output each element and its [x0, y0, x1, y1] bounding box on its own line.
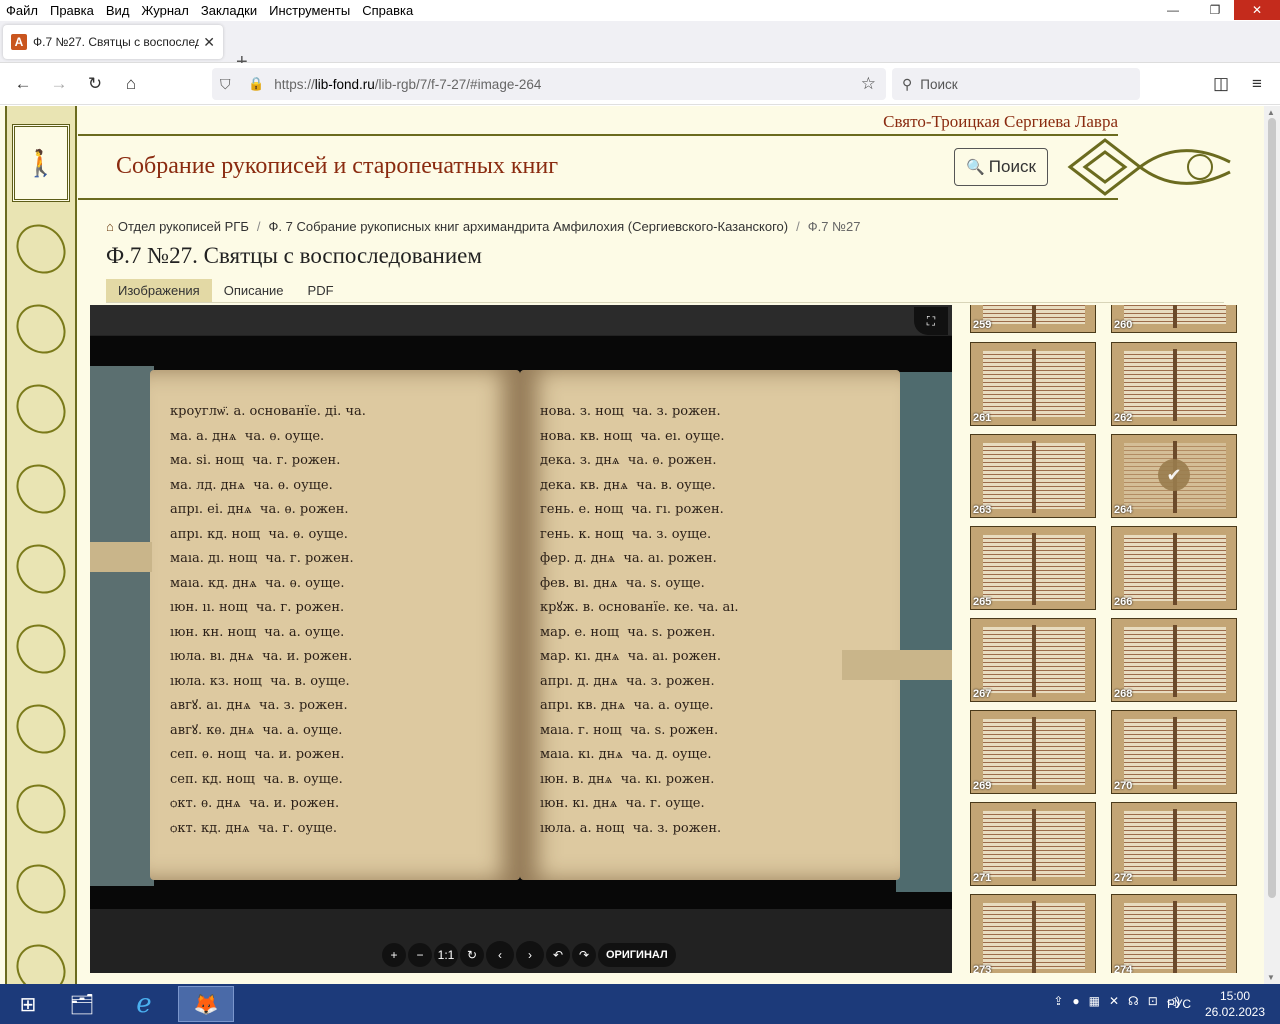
thumbnail[interactable]: 266 — [1111, 526, 1237, 610]
bookmark-star-icon[interactable]: ☆ — [861, 74, 876, 94]
internet-explorer-icon[interactable]: e — [116, 986, 172, 1022]
search-placeholder: Поиск — [920, 76, 958, 92]
zoom-in-button[interactable]: + — [382, 943, 406, 967]
home-button[interactable]: ⌂ — [120, 73, 142, 95]
prev-image-button[interactable]: ‹ — [486, 941, 514, 969]
thumbnail[interactable]: 270 — [1111, 710, 1237, 794]
menu-tools[interactable]: Инструменты — [263, 3, 356, 18]
ornament-border — [5, 106, 77, 984]
fullscreen-icon[interactable]: ⛶ — [914, 307, 948, 335]
tray-icon[interactable]: ● — [1072, 994, 1079, 1008]
network-icon[interactable]: ⊡ — [1148, 994, 1158, 1008]
manuscript-image[interactable]: кроуглѡ̈. а. основанїе. ді. ча. ма. а. д… — [90, 336, 952, 909]
shield-icon[interactable]: ⛉ — [220, 76, 236, 93]
viewer-controls: + − 1:1 ↻ ‹ › ↶ ↷ ОРИГИНАЛ — [382, 941, 678, 969]
tray-icon[interactable]: ✕ — [1109, 994, 1119, 1008]
image-viewer[interactable]: ⛶ кроуглѡ̈. а. основанїе. ді. ча. ма. а.… — [90, 305, 952, 973]
file-explorer-icon[interactable]: 🗂 — [54, 986, 110, 1022]
page-scrollbar[interactable]: ▲ ▼ — [1264, 106, 1280, 984]
close-window-button[interactable]: ✕ — [1234, 0, 1280, 20]
tray-icon[interactable]: ☊ — [1128, 994, 1139, 1008]
minimize-button[interactable]: — — [1158, 0, 1188, 20]
actual-size-button[interactable]: 1:1 — [434, 943, 458, 967]
next-image-button[interactable]: › — [516, 941, 544, 969]
site-title[interactable]: Собрание рукописей и старопечатных книг — [116, 153, 558, 180]
breadcrumb-fond[interactable]: Ф. 7 Собрание рукописных книг архимандри… — [269, 219, 789, 234]
menu-help[interactable]: Справка — [356, 3, 419, 18]
tab-description[interactable]: Описание — [212, 279, 296, 302]
content-tabs: Изображения Описание PDF — [106, 279, 1224, 303]
zoom-out-button[interactable]: − — [408, 943, 432, 967]
manuscript-page-right: нова. з. нощ ча. з. рожен. нова. кв. нощ… — [520, 370, 900, 880]
thumbnail[interactable]: 273 — [970, 894, 1096, 973]
start-button[interactable]: ⊞ — [0, 986, 56, 1022]
search-icon: ⚲ — [902, 75, 913, 92]
url-text[interactable]: https://lib-fond.ru/lib-rgb/7/f-7-27/#im… — [274, 77, 541, 92]
monastery-name[interactable]: Свято-Троицкая Сергиева Лавра — [78, 112, 1118, 132]
tab-close-icon[interactable]: ✕ — [203, 34, 215, 51]
thumbnail[interactable]: 263 — [970, 434, 1096, 518]
scroll-down-icon[interactable]: ▼ — [1267, 973, 1275, 982]
original-button[interactable]: ОРИГИНАЛ — [598, 943, 676, 967]
forward-button[interactable]: → — [48, 73, 70, 95]
tab-title: Ф.7 №27. Святцы с воспослед — [33, 35, 200, 49]
rotate-right-button[interactable]: ↷ — [572, 943, 596, 967]
firefox-icon[interactable]: 🦊 — [178, 986, 234, 1022]
browser-search-input[interactable]: ⚲ Поиск — [892, 68, 1140, 100]
scroll-up-icon[interactable]: ▲ — [1267, 108, 1275, 117]
menu-edit[interactable]: Правка — [44, 3, 100, 18]
menu-file[interactable]: Файл — [0, 3, 44, 18]
browser-tab[interactable]: А Ф.7 №27. Святцы с воспослед ✕ — [3, 25, 223, 59]
thumbnail[interactable]: 269 — [970, 710, 1096, 794]
app-menu-button[interactable]: ≡ — [1246, 73, 1268, 95]
home-icon: ⌂ — [106, 219, 114, 234]
manuscript-page-left: кроуглѡ̈. а. основанїе. ді. ча. ма. а. д… — [150, 370, 520, 880]
url-bar[interactable]: ⛉ 🔒 https://lib-fond.ru/lib-rgb/7/f-7-27… — [212, 68, 886, 100]
celtic-knot-ornament — [1067, 138, 1231, 196]
tab-images[interactable]: Изображения — [106, 279, 212, 302]
breadcrumb-current: Ф.7 №27 — [807, 219, 861, 234]
reset-button[interactable]: ↻ — [460, 943, 484, 967]
menu-bar: Файл Правка Вид Журнал Закладки Инструме… — [0, 0, 1280, 21]
breadcrumb: ⌂ Отдел рукописей РГБ / Ф. 7 Собрание ру… — [106, 219, 861, 234]
tab-bar: А Ф.7 №27. Святцы с воспослед ✕ + — [0, 21, 1280, 73]
search-icon: 🔍 — [966, 159, 985, 176]
reload-button[interactable]: ↻ — [84, 73, 106, 95]
back-button[interactable]: ← — [12, 73, 34, 95]
windows-taskbar: ⊞ 🗂 e 🦊 ⇪ ● ▦ ✕ ☊ ⊡ ◁) РУС 15:00 26.02.2… — [0, 984, 1280, 1024]
breadcrumb-dept[interactable]: Отдел рукописей РГБ — [118, 219, 249, 234]
thumbnail[interactable]: 262 — [1111, 342, 1237, 426]
rotate-left-button[interactable]: ↶ — [546, 943, 570, 967]
tray-icon[interactable]: ⇪ — [1053, 994, 1063, 1008]
menu-view[interactable]: Вид — [100, 3, 136, 18]
clock[interactable]: 15:00 26.02.2023 — [1200, 988, 1270, 1020]
pocket-icon[interactable]: ◫ — [1210, 73, 1232, 95]
lock-icon[interactable]: 🔒 — [248, 76, 264, 92]
thumbnail[interactable]: 272 — [1111, 802, 1237, 886]
menu-history[interactable]: Журнал — [135, 3, 194, 18]
thumbnail[interactable]: 271 — [970, 802, 1096, 886]
thumbnail[interactable]: 268 — [1111, 618, 1237, 702]
menu-bookmarks[interactable]: Закладки — [195, 3, 263, 18]
tab-pdf[interactable]: PDF — [296, 279, 346, 302]
thumbnail[interactable]: 261 — [970, 342, 1096, 426]
navigation-bar: ← → ↻ ⌂ ⛉ 🔒 https://lib-fond.ru/lib-rgb/… — [0, 63, 1280, 105]
thumbnail[interactable]: 267 — [970, 618, 1096, 702]
favicon-icon: А — [11, 34, 27, 50]
thumbnail-list[interactable]: 259 260 261 262 263 ✔ 264 265 266 267 268… — [968, 305, 1244, 973]
page-title: Ф.7 №27. Святцы с воспоследованием — [106, 243, 482, 268]
thumbnail[interactable]: 274 — [1111, 894, 1237, 973]
thumbnail-selected[interactable]: ✔ 264 — [1111, 434, 1237, 518]
web-page: 🚶 Свято-Троицкая Сергиева Лавра Собрание… — [0, 106, 1264, 984]
thumbnail[interactable]: 260 — [1111, 305, 1237, 333]
tray-icon[interactable]: ▦ — [1089, 994, 1100, 1008]
site-logo[interactable]: 🚶 — [12, 124, 70, 202]
restore-button[interactable]: ❐ — [1200, 0, 1230, 20]
thumbnail[interactable]: 259 — [970, 305, 1096, 333]
system-tray: ⇪ ● ▦ ✕ ☊ ⊡ ◁) — [1044, 994, 1180, 1008]
checkmark-icon: ✔ — [1158, 459, 1190, 491]
thumbnail[interactable]: 265 — [970, 526, 1096, 610]
language-indicator[interactable]: РУС — [1167, 997, 1191, 1011]
site-search-button[interactable]: 🔍 Поиск — [954, 148, 1048, 186]
